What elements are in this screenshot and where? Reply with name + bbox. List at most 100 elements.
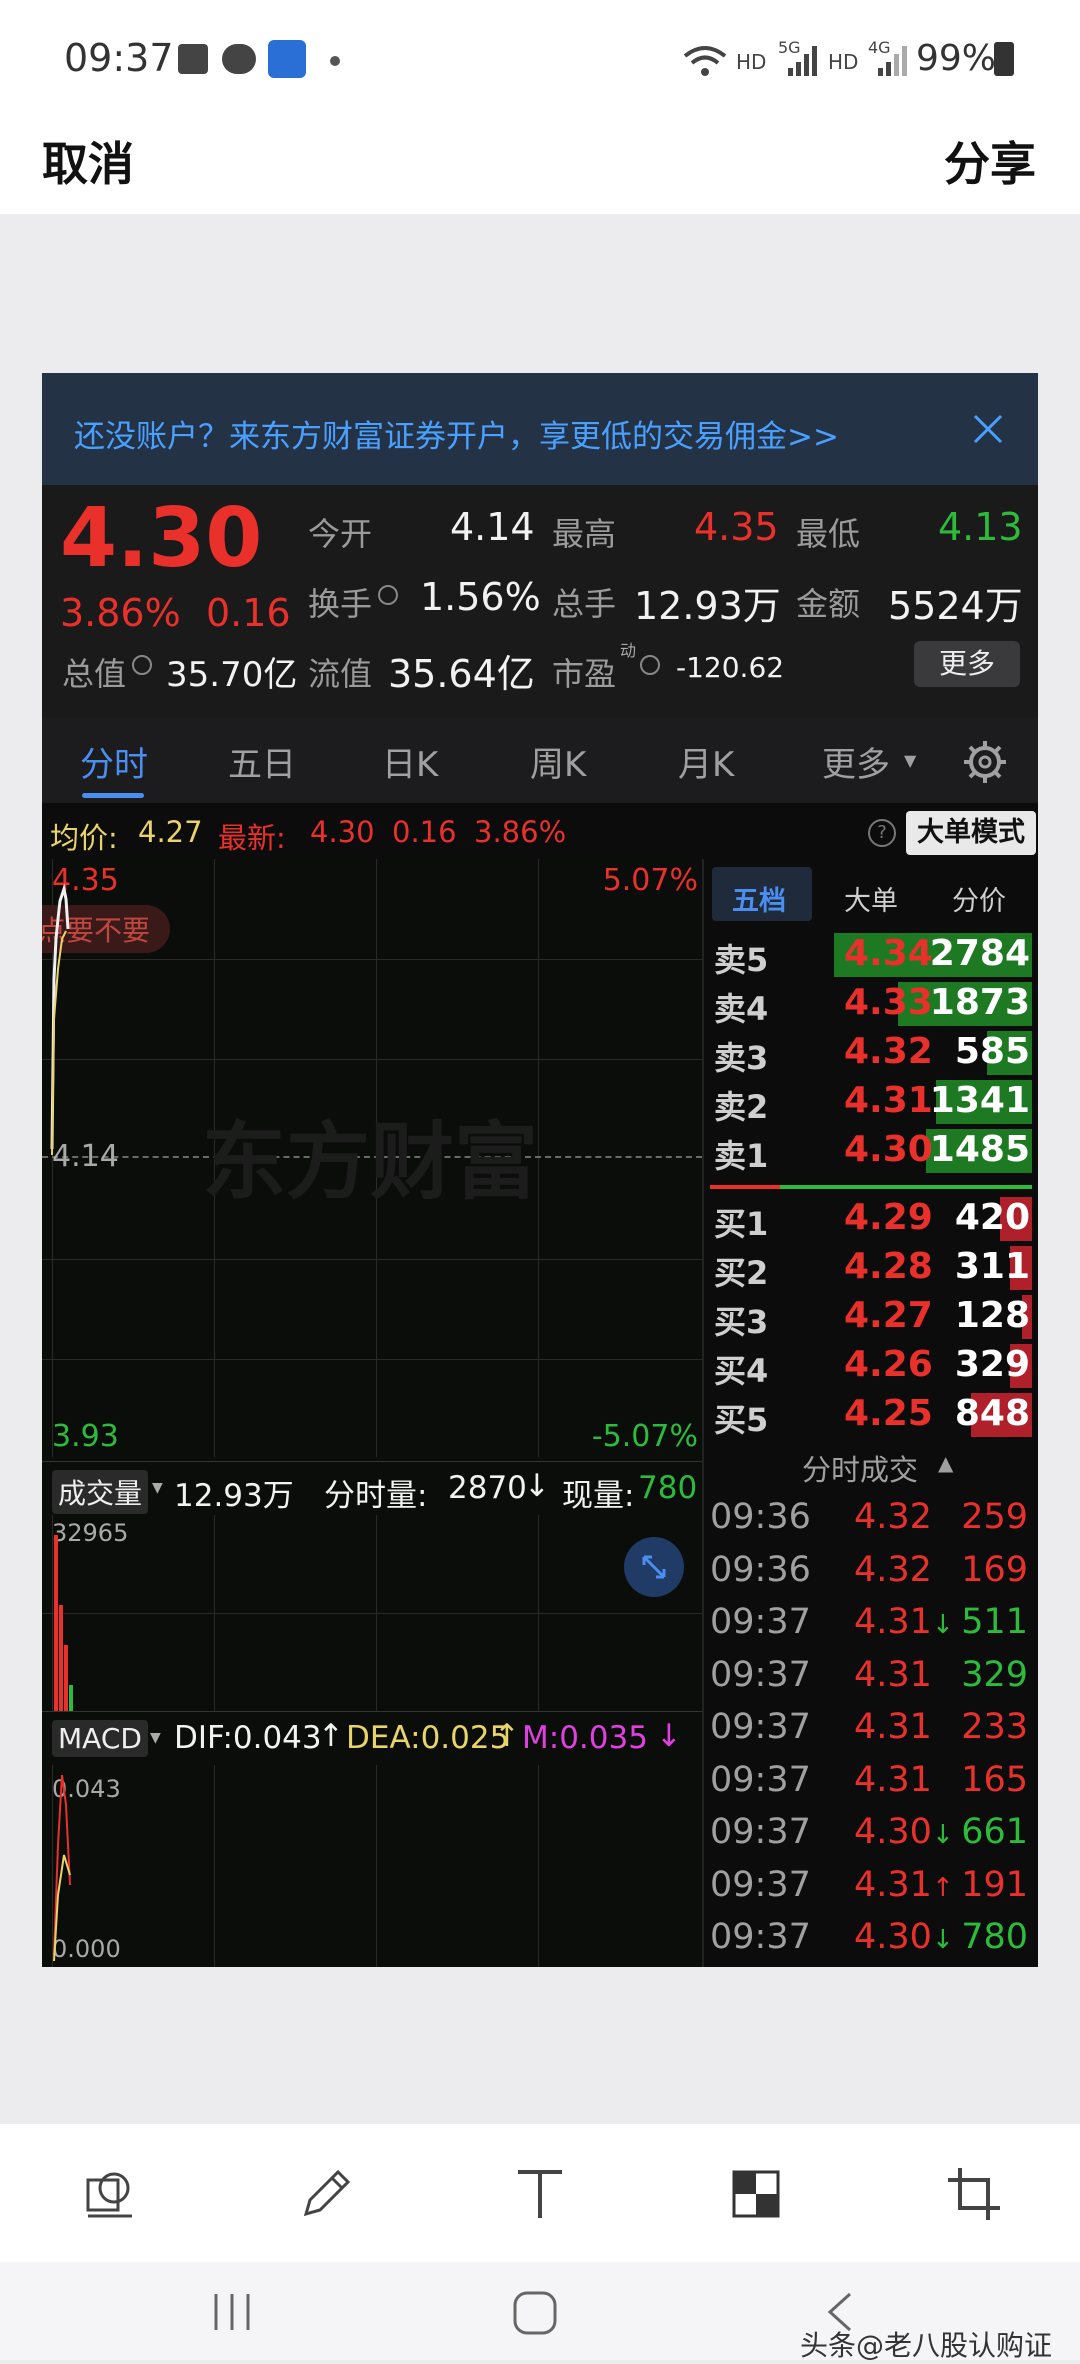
bid-row[interactable]: 买5 4.25 848: [704, 1391, 1032, 1439]
book-divider-red: [710, 1185, 780, 1189]
bid-row[interactable]: 买4 4.26 329: [704, 1342, 1032, 1390]
recent-apps-icon[interactable]: [210, 2290, 256, 2334]
tab-weekly-k[interactable]: 周K: [530, 737, 586, 786]
bid-price: 4.27: [844, 1295, 933, 1336]
trades-title[interactable]: 分时成交: [802, 1447, 918, 1489]
trade-time: 09:36: [710, 1497, 811, 1537]
trade-price: 4.32: [854, 1549, 932, 1590]
ask-price: 4.31: [844, 1080, 933, 1121]
pen-icon[interactable]: [296, 2164, 356, 2224]
down-arrow-icon: ↓: [931, 1925, 954, 1955]
ask-row[interactable]: 卖5 4.34 2784: [704, 931, 1032, 979]
trade-volume: 191: [961, 1864, 1028, 1905]
bid-level-label: 买1: [714, 1205, 769, 1243]
trade-time: 09:37: [710, 1654, 811, 1695]
trade-volume: 233: [961, 1707, 1028, 1747]
signal-icon-2: [878, 46, 907, 76]
ask-row[interactable]: 卖4 4.33 1873: [704, 980, 1032, 1028]
market-cap-value: 35.70亿: [166, 655, 298, 695]
trade-time: 09:37: [710, 1917, 811, 1957]
trade-row: 09:37 4.30↓ 661: [704, 1808, 1032, 1860]
pe-value: -120.62: [676, 651, 785, 684]
trade-price: 4.32: [854, 1497, 932, 1537]
volume-bar: [69, 1685, 73, 1711]
cancel-button[interactable]: 取消: [42, 128, 134, 194]
volume-bar: [64, 1645, 68, 1711]
close-icon[interactable]: [972, 413, 1004, 445]
home-icon[interactable]: [512, 2290, 560, 2336]
trades-list: 09:36 4.32 259 09:36 4.32 169 09:37 4.31↓ 511 09:…: [704, 1493, 1038, 1967]
tab-daily-k[interactable]: 日K: [382, 737, 438, 786]
chart-min-price: 3.93: [52, 1419, 119, 1454]
pe-label: 市盈: [552, 655, 617, 693]
expand-icon[interactable]: [624, 1537, 684, 1597]
tab-five-levels[interactable]: 五档: [732, 879, 786, 918]
trade-row: 09:37 4.31↓ 511: [704, 1598, 1032, 1650]
tab-more[interactable]: 更多: [822, 737, 890, 786]
change-value: 0.16: [206, 591, 291, 635]
bid-price: 4.25: [844, 1393, 933, 1434]
edited-screenshot[interactable]: 还没账户？来东方财富证券开户，享更低的交易佣金>> 4.30 3.86% 0.1…: [42, 373, 1038, 1967]
bid-row[interactable]: 买2 4.28 311: [704, 1244, 1032, 1292]
trade-volume: 165: [961, 1759, 1028, 1800]
mosaic-icon[interactable]: [726, 2164, 786, 2224]
more-button[interactable]: 更多: [914, 641, 1020, 687]
current-price: 4.30: [60, 491, 263, 586]
ask-level-label: 卖4: [714, 990, 769, 1028]
tab-intraday[interactable]: 分时: [80, 737, 148, 786]
up-arrow-icon: ↑: [318, 1718, 344, 1754]
gear-icon[interactable]: [962, 739, 1008, 785]
down-arrow-icon: ↓: [931, 1820, 954, 1850]
ask-row[interactable]: 卖2 4.31 1341: [704, 1078, 1032, 1126]
bid-volume: 848: [954, 1393, 1030, 1434]
crop-icon[interactable]: [944, 2164, 1004, 2224]
up-arrow-icon: ↑: [931, 1872, 954, 1903]
big-order-mode-button[interactable]: 大单模式: [906, 811, 1036, 855]
intraday-chart-area[interactable]: 东方财富 4.35 5.07% 4.14 3.93 -5.07% 点要不要 成交…: [42, 859, 702, 1967]
open-label: 今开: [308, 515, 373, 553]
volume-indicator-select[interactable]: 成交量: [52, 1470, 149, 1514]
latest-value: 4.30: [310, 815, 375, 849]
editor-toolbar: [0, 2124, 1080, 2262]
tab-price-distribution[interactable]: 分价: [952, 879, 1006, 918]
chevron-down-icon-2: ▼: [152, 1480, 163, 1496]
ask-row[interactable]: 卖1 4.30 1485: [704, 1127, 1032, 1175]
trade-price: 4.31: [854, 1654, 932, 1695]
info-icon-3[interactable]: [640, 655, 660, 675]
order-book-panel: 五档 大单 分价 卖5 4.34 2784 卖4 4.33 1873 卖3 4.32 585 卖2…: [702, 859, 1038, 1967]
text-icon[interactable]: [510, 2164, 570, 2224]
ask-level-label: 卖2: [714, 1088, 769, 1126]
bid-volume: 128: [954, 1295, 1030, 1336]
share-button[interactable]: 分享: [944, 128, 1036, 194]
promo-banner[interactable]: 还没账户？来东方财富证券开户，享更低的交易佣金>>: [42, 373, 1038, 485]
info-icon-2[interactable]: [132, 655, 152, 675]
amount-value: 5524万: [888, 584, 1023, 628]
market-cap-label: 总值: [62, 655, 127, 693]
volume-bar: [59, 1605, 63, 1711]
minute-volume-value: 2870: [448, 1470, 527, 1506]
volume-label: 总手: [552, 585, 617, 623]
bid-price: 4.28: [844, 1246, 933, 1287]
info-icon[interactable]: [378, 585, 398, 605]
bid-row[interactable]: 买1 4.29 420: [704, 1195, 1032, 1243]
bid-volume: 329: [954, 1344, 1030, 1385]
volume-total: 12.93万: [174, 1478, 294, 1514]
macd-lines: [53, 1774, 71, 1962]
ask-row[interactable]: 卖3 4.32 585: [704, 1029, 1032, 1077]
promo-banner-text[interactable]: 还没账户？来东方财富证券开户，享更低的交易佣金>>: [74, 411, 839, 456]
intraday-info-line: 均价: 4.27 最新: 4.30 0.16 3.86% ? 大单模式: [42, 807, 1038, 859]
battery-percent: 99%: [916, 38, 997, 79]
stickers-icon[interactable]: [80, 2164, 140, 2224]
help-icon[interactable]: ?: [868, 819, 896, 847]
tab-five-day[interactable]: 五日: [228, 737, 296, 786]
down-arrow-icon: ↓: [524, 1468, 550, 1504]
trades-header[interactable]: 分时成交 ▲: [704, 1441, 1038, 1489]
trade-row: 09:37 4.31↑ 191: [704, 1861, 1032, 1913]
latest-percent: 3.86%: [474, 815, 567, 849]
tab-big-orders[interactable]: 大单: [844, 879, 898, 918]
turnover-label: 换手: [308, 585, 373, 623]
macd-indicator-select[interactable]: MACD: [52, 1720, 148, 1757]
bid-row[interactable]: 买3 4.27 128: [704, 1293, 1032, 1341]
bid-price: 4.26: [844, 1344, 933, 1385]
tab-monthly-k[interactable]: 月K: [678, 737, 734, 786]
